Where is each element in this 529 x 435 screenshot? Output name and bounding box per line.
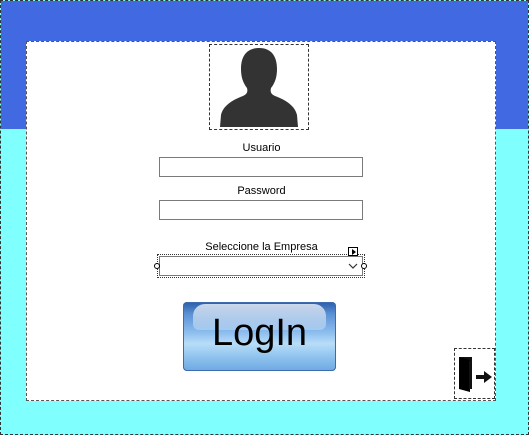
resize-handle-right[interactable]	[361, 263, 367, 269]
login-button-label: LogIn	[211, 312, 308, 354]
smart-tag-glyph[interactable]	[348, 247, 358, 256]
exit-door-icon	[459, 357, 492, 392]
usuario-input[interactable]	[159, 157, 363, 177]
exit-button[interactable]	[454, 348, 495, 399]
empresa-label: Seleccione la Empresa	[205, 241, 318, 253]
password-label: Password	[237, 185, 286, 197]
password-input[interactable]	[159, 200, 363, 220]
user-silhouette-icon	[220, 48, 298, 127]
resize-handle-left[interactable]	[154, 263, 160, 269]
arrow-right-icon	[352, 249, 356, 255]
chevron-down-icon	[348, 263, 358, 269]
usuario-label: Usuario	[242, 142, 281, 154]
login-button[interactable]: LogIn	[183, 302, 336, 371]
avatar-picturebox	[209, 44, 309, 130]
empresa-combobox[interactable]	[159, 256, 363, 276]
